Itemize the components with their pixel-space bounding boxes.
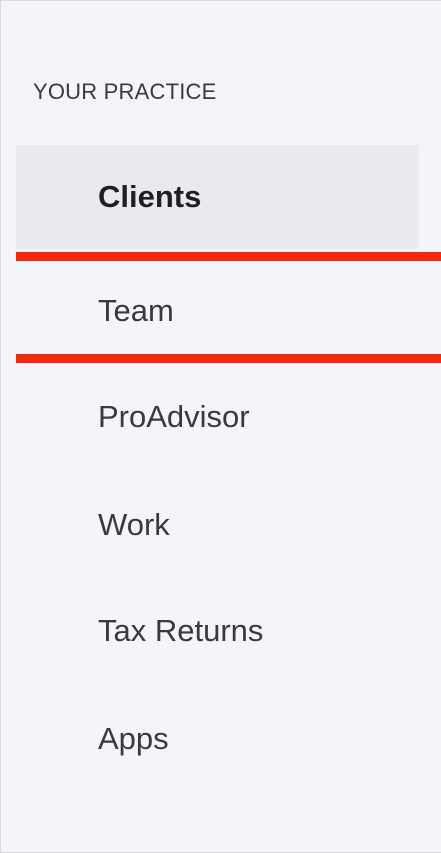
highlight-line-bottom xyxy=(16,354,441,363)
practice-sidebar: YOUR PRACTICE Clients Team ProAdvisor Wo… xyxy=(0,0,441,853)
section-title-your-practice: YOUR PRACTICE xyxy=(33,79,217,104)
sidebar-item-work[interactable]: Work xyxy=(16,473,419,577)
sidebar-item-apps[interactable]: Apps xyxy=(16,687,419,791)
sidebar-item-clients[interactable]: Clients xyxy=(16,145,419,249)
sidebar-item-tax-returns[interactable]: Tax Returns xyxy=(16,579,419,683)
sidebar-item-team[interactable]: Team xyxy=(16,259,419,363)
sidebar-item-proadvisor[interactable]: ProAdvisor xyxy=(16,365,419,469)
